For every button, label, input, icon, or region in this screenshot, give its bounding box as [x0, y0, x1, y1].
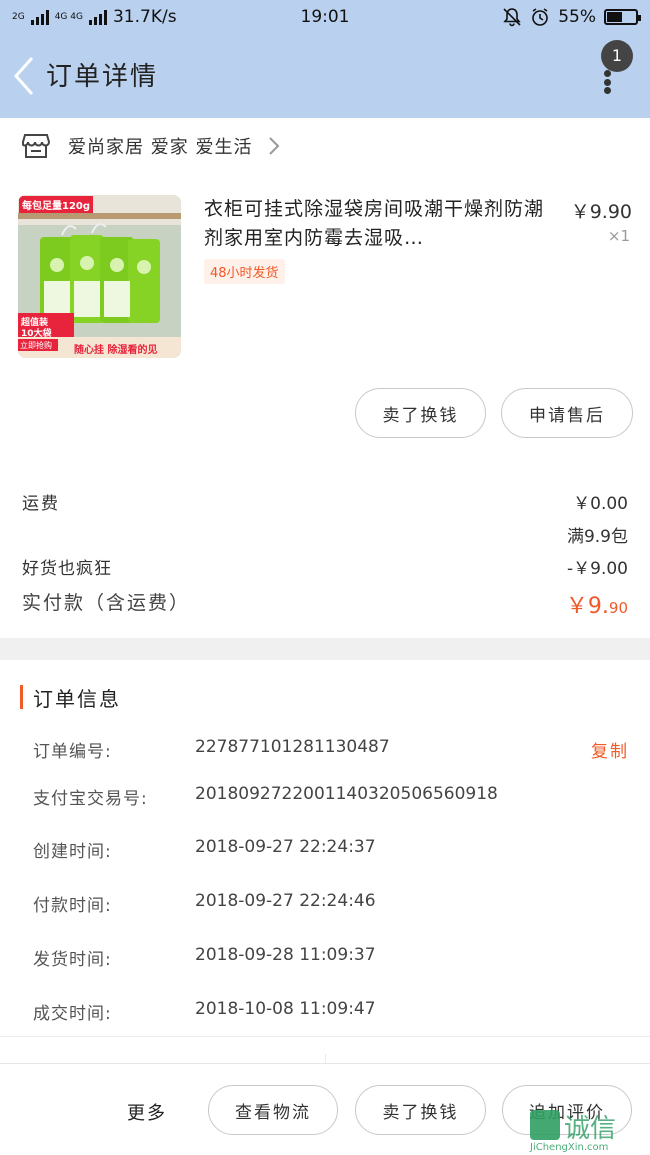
section-accent-bar [20, 685, 23, 709]
product-thumbnail[interactable]: 每包足量120g 超值装 10大袋 立即抢购 随心挂 除湿看的见 [18, 195, 181, 358]
paid-amount: ￥9.90 [566, 588, 628, 620]
paid-label: 实付款（含运费） [22, 592, 191, 614]
shipping-fee-value: ￥0.00 [573, 494, 628, 514]
signal-icon [30, 9, 49, 25]
order-info-header: 订单信息 [20, 682, 121, 712]
title-bar: 订单详情 1 [0, 34, 650, 118]
sell-item-bottom-button[interactable]: 卖了换钱 [355, 1085, 486, 1135]
shipping-fee-label: 运费 [22, 494, 60, 514]
watermark-domain: JiChengXin.com [530, 1142, 609, 1153]
shipped-time-row: 发货时间: 2018-09-28 11:09:37 [33, 945, 629, 970]
thumb-top-text: 每包足量120g [19, 196, 94, 213]
thumb-promo-small: 立即抢购 [20, 341, 52, 350]
bell-muted-icon [503, 8, 521, 27]
battery-icon [604, 9, 641, 25]
chevron-right-icon [269, 137, 280, 155]
product-price: ￥9.90 [570, 201, 632, 223]
info-bottom-rule [0, 1036, 650, 1037]
completed-time-row: 成交时间: 2018-10-08 11:09:47 [33, 999, 629, 1024]
shop-name: 爱尚家居 爱家 爱生活 [68, 137, 253, 158]
created-time-label: 创建时间: [33, 842, 112, 862]
completed-time-value: 2018-10-08 11:09:47 [195, 999, 376, 1019]
network-type-4g: 4G 4G [54, 11, 83, 22]
payment-time-row: 付款时间: 2018-09-27 22:24:46 [33, 891, 629, 916]
paid-amount-decimal: 90 [608, 599, 628, 617]
view-logistics-button[interactable]: 查看物流 [208, 1085, 338, 1135]
discount-value: -￥9.00 [567, 559, 628, 579]
shipped-time-label: 发货时间: [33, 950, 112, 970]
product-item[interactable]: 每包足量120g 超值装 10大袋 立即抢购 随心挂 除湿看的见 衣柜可挂式除湿… [18, 195, 632, 360]
completed-time-label: 成交时间: [33, 1004, 112, 1024]
more-options-icon[interactable] [604, 70, 612, 94]
battery-percent: 55% [558, 7, 596, 27]
more-actions-button[interactable]: 更多 [127, 1099, 167, 1125]
watermark-text: 诚信 [564, 1114, 617, 1144]
alipay-trade-value: 2018092722001140320506560918 [195, 784, 498, 804]
page-title: 订单详情 [46, 62, 159, 92]
product-quantity: ×1 [607, 227, 630, 245]
thumb-badge-line2: 10大袋 [21, 329, 52, 339]
shop-row[interactable]: 爱尚家居 爱家 爱生活 [0, 118, 650, 174]
discount-label: 好货也疯狂 [22, 559, 112, 579]
watermark-logo-icon [530, 1110, 560, 1140]
free-shipping-note: 满9.9包 [566, 527, 628, 547]
payment-time-label: 付款时间: [33, 896, 112, 916]
section-divider [0, 638, 650, 660]
created-time-value: 2018-09-27 22:24:37 [195, 837, 376, 857]
discount-row: 好货也疯狂 -￥9.00 [22, 554, 628, 579]
store-icon [22, 134, 50, 158]
shipping-fee-row: 运费 ￥0.00 [22, 489, 628, 514]
order-number-label: 订单编号: [33, 742, 112, 762]
thumb-bottom-text: 随心挂 除湿看的见 [74, 345, 158, 356]
sell-item-button[interactable]: 卖了换钱 [355, 388, 486, 438]
shipping-promise-tag: 48小时发货 [204, 259, 285, 284]
shipped-time-value: 2018-09-28 11:09:37 [195, 945, 376, 965]
site-watermark: 诚信 JiChengXin.com [530, 1108, 642, 1154]
paid-amount-int: ￥9. [565, 594, 609, 619]
alipay-trade-row: 支付宝交易号: 2018092722001140320506560918 [33, 784, 629, 809]
copy-order-number-button[interactable]: 复制 [591, 737, 629, 762]
alarm-icon [532, 8, 549, 26]
product-title[interactable]: 衣柜可挂式除湿袋房间吸潮干燥剂防潮剂家用室内防霉去湿吸… [204, 195, 544, 253]
network-speed: 31.7K/s [112, 7, 177, 27]
order-number-row: 订单编号: 227877101281130487 复制 [33, 737, 629, 762]
order-info-title: 订单信息 [33, 686, 121, 711]
back-arrow-icon[interactable] [10, 54, 40, 98]
paid-row: 实付款（含运费） ￥9.90 [22, 588, 628, 619]
network-type-2g: 2G [12, 11, 25, 22]
after-sale-button[interactable]: 申请售后 [501, 388, 633, 438]
alipay-trade-label: 支付宝交易号: [33, 789, 148, 809]
status-bar: 2G 4G 4G 31.7K/s 19:01 55% [0, 0, 650, 34]
signal-icon-2 [88, 9, 107, 25]
message-count-badge: 1 [601, 40, 633, 72]
order-number-value: 227877101281130487 [195, 737, 390, 757]
created-time-row: 创建时间: 2018-09-27 22:24:37 [33, 837, 629, 862]
payment-time-value: 2018-09-27 22:24:46 [195, 891, 376, 911]
